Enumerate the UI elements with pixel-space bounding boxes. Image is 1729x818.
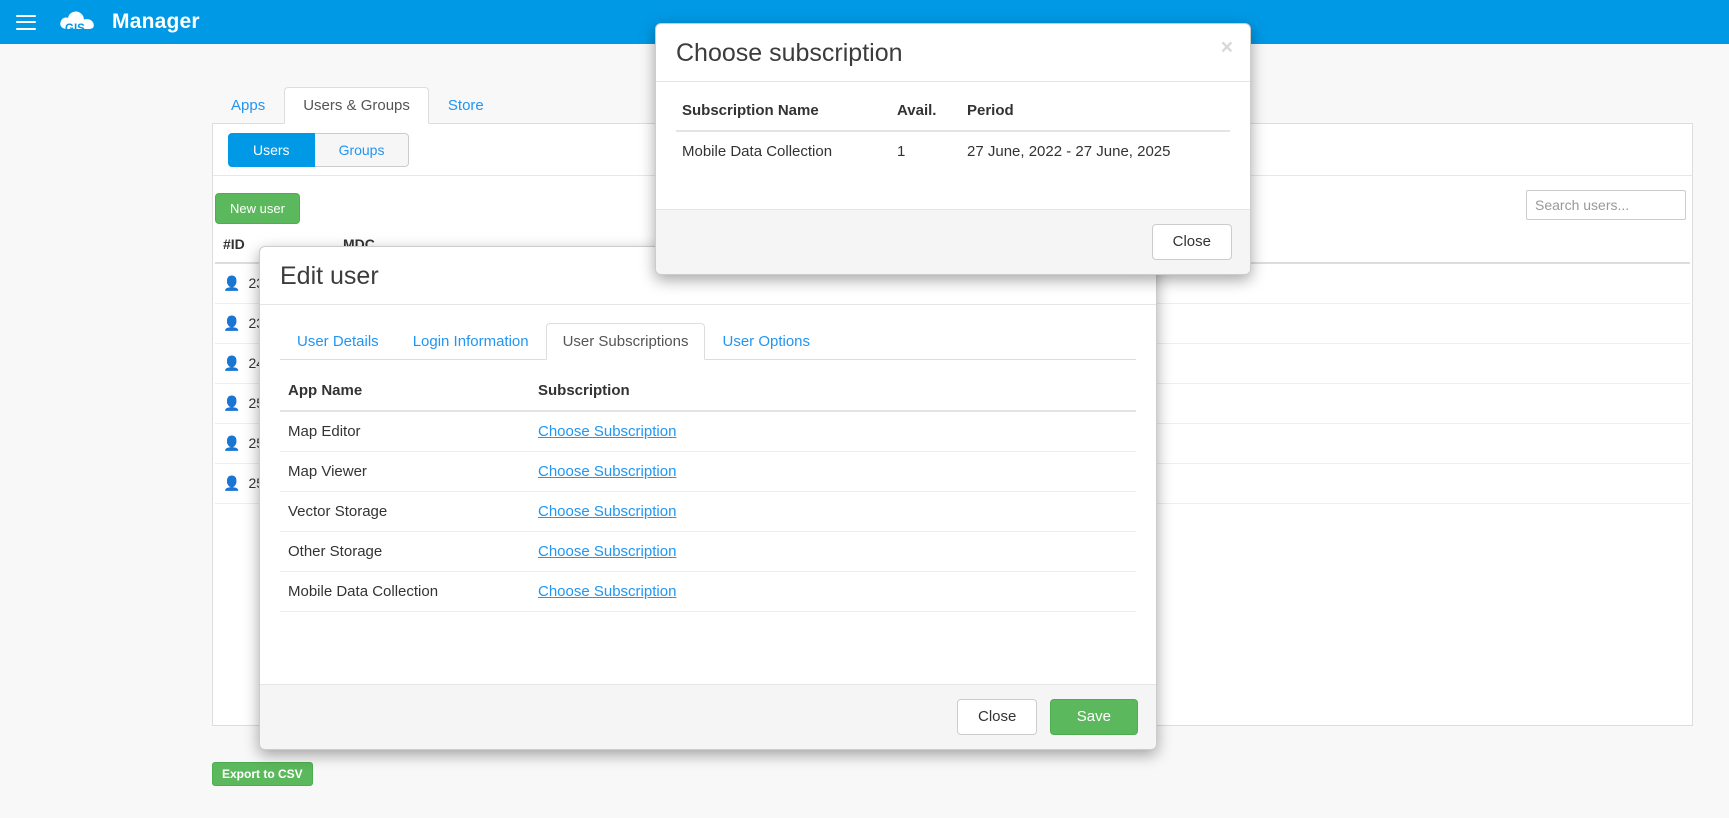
table-row[interactable]: Mobile Data Collection 1 27 June, 2022 -…: [676, 131, 1230, 171]
tab-login-information[interactable]: Login Information: [396, 323, 546, 360]
available-subscriptions-body: Mobile Data Collection 1 27 June, 2022 -…: [676, 131, 1230, 171]
choose-subscription-link[interactable]: Choose Subscription: [538, 463, 676, 480]
table-row: Other Storage Choose Subscription: [280, 531, 1136, 572]
tab-users-and-groups[interactable]: Users & Groups: [284, 87, 429, 124]
tab-user-details[interactable]: User Details: [280, 323, 396, 360]
app-name-cell: Mobile Data Collection: [280, 571, 530, 612]
edit-user-modal-body: User Details Login Information User Subs…: [260, 305, 1156, 684]
app-name-cell: Map Editor: [280, 411, 530, 452]
app-title: Manager: [112, 10, 200, 33]
subscription-period-cell: 27 June, 2022 - 27 June, 2025: [967, 143, 1171, 160]
available-subscriptions-table: Subscription Name Avail. Period Mobile D…: [676, 98, 1230, 171]
subscription-cell: Choose Subscription: [530, 411, 1136, 452]
edit-user-tabs: User Details Login Information User Subs…: [280, 323, 1136, 360]
gis-cloud-logo-icon[interactable]: GIS: [56, 7, 102, 37]
svg-text:GIS: GIS: [65, 23, 85, 35]
table-row: Vector Storage Choose Subscription: [280, 491, 1136, 532]
close-button[interactable]: Close: [956, 699, 1038, 735]
search-users-input[interactable]: [1526, 190, 1686, 220]
subscription-cell: Choose Subscription: [530, 571, 1136, 612]
hamburger-menu-icon[interactable]: [16, 14, 36, 30]
subscriptions-header-row: App Name Subscription: [280, 376, 1136, 412]
choose-subscription-modal-body: Subscription Name Avail. Period Mobile D…: [656, 82, 1250, 209]
table-row: Map Viewer Choose Subscription: [280, 451, 1136, 492]
column-header-subscription: Subscription: [530, 376, 1136, 412]
subtab-users[interactable]: Users: [228, 133, 315, 167]
available-subscriptions-header-row: Subscription Name Avail. Period: [676, 98, 1230, 132]
close-icon[interactable]: ×: [1221, 37, 1233, 58]
user-icon: 👤: [223, 395, 241, 411]
user-icon: 👤: [223, 435, 241, 451]
choose-subscription-spacer: [676, 171, 1230, 201]
subscription-cell: Choose Subscription: [530, 491, 1136, 532]
choose-subscription-modal-header: Choose subscription ×: [656, 24, 1250, 82]
tab-apps[interactable]: Apps: [212, 87, 284, 124]
tab-store[interactable]: Store: [429, 87, 503, 124]
choose-subscription-modal-title: Choose subscription: [676, 39, 903, 67]
subscription-name-cell: Mobile Data Collection: [682, 143, 833, 160]
user-icon: 👤: [223, 315, 241, 331]
user-icon: 👤: [223, 475, 241, 491]
user-icon: 👤: [223, 355, 241, 371]
new-user-button[interactable]: New user: [215, 193, 300, 224]
column-header-avail: Avail.: [891, 98, 961, 132]
close-button[interactable]: Close: [1151, 224, 1232, 260]
user-icon: 👤: [223, 275, 241, 291]
app-name-cell: Map Viewer: [280, 451, 530, 492]
column-header-subscription-name: Subscription Name: [676, 98, 891, 132]
choose-subscription-link[interactable]: Choose Subscription: [538, 543, 676, 560]
column-header-period: Period: [961, 98, 1230, 132]
subscription-cell: Choose Subscription: [530, 451, 1136, 492]
table-row: Map Editor Choose Subscription: [280, 411, 1136, 452]
app-name-cell: Other Storage: [280, 531, 530, 572]
tab-user-subscriptions[interactable]: User Subscriptions: [545, 323, 706, 360]
user-subscriptions-table: App Name Subscription Map Editor Choose …: [280, 376, 1136, 612]
tab-user-options[interactable]: User Options: [705, 323, 827, 360]
save-button[interactable]: Save: [1049, 699, 1138, 735]
choose-subscription-link[interactable]: Choose Subscription: [538, 503, 676, 520]
column-header-app-name: App Name: [280, 376, 530, 412]
app-name-cell: Vector Storage: [280, 491, 530, 532]
subscription-avail-cell: 1: [897, 143, 906, 160]
choose-subscription-link[interactable]: Choose Subscription: [538, 423, 676, 440]
subscriptions-table-body: Map Editor Choose Subscription Map Viewe…: [280, 411, 1136, 612]
subscription-cell: Choose Subscription: [530, 531, 1136, 572]
table-row: Mobile Data Collection Choose Subscripti…: [280, 571, 1136, 612]
users-groups-button-group: Users Groups: [228, 133, 410, 167]
subtab-groups[interactable]: Groups: [314, 133, 410, 167]
subscriptions-table-spacer: [280, 612, 1136, 664]
choose-subscription-modal-footer: Close: [656, 209, 1250, 274]
choose-subscription-link[interactable]: Choose Subscription: [538, 583, 676, 600]
export-to-csv-button[interactable]: Export to CSV: [212, 762, 313, 786]
choose-subscription-modal: Choose subscription × Subscription Name …: [655, 23, 1251, 275]
edit-user-modal-footer: Close Save: [260, 684, 1156, 749]
edit-user-modal: Edit user × User Details Login Informati…: [259, 246, 1157, 750]
